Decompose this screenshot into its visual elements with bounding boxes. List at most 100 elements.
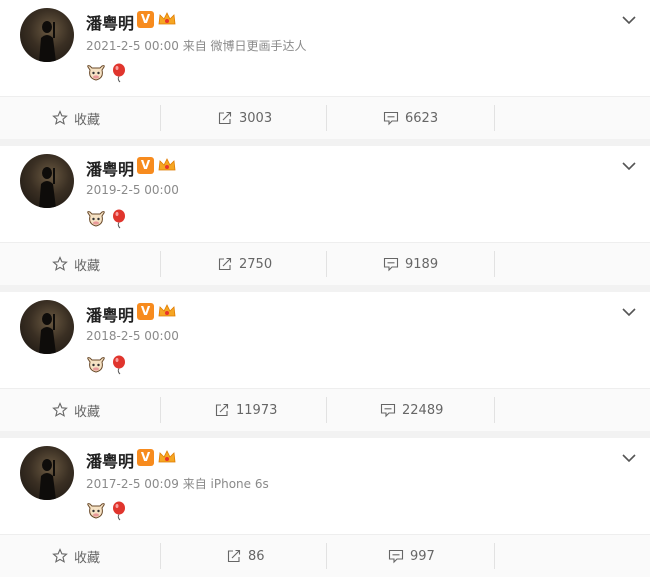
emoji-row (86, 501, 127, 521)
ox-emoji-icon (86, 64, 106, 86)
comment-bubble-icon (383, 110, 399, 126)
action-divider (326, 397, 327, 423)
ox-emoji-icon (86, 502, 106, 524)
username[interactable]: 潘粤明 (86, 448, 134, 472)
repost-arrow-icon (226, 548, 242, 564)
ox-emoji-icon (86, 356, 106, 378)
balloon-emoji-icon (111, 63, 127, 87)
favorite-label: 收藏 (74, 404, 101, 420)
action-divider (494, 543, 495, 569)
post-meta: 2017-2-5 00:09 来自 iPhone 6s (86, 475, 269, 492)
chevron-down-icon[interactable] (622, 10, 636, 25)
favorite-button[interactable]: 收藏 (52, 243, 100, 285)
avatar[interactable] (20, 8, 74, 62)
post-meta: 2019-2-5 00:00 (86, 183, 179, 197)
action-divider (160, 105, 161, 131)
chevron-down-icon[interactable] (622, 156, 636, 171)
avatar[interactable] (20, 446, 74, 500)
comment-button[interactable]: 997 (388, 535, 435, 577)
favorite-button[interactable]: 收藏 (52, 97, 100, 139)
chevron-down-icon[interactable] (622, 302, 636, 317)
favorite-button[interactable]: 收藏 (52, 389, 100, 431)
comment-button[interactable]: 9189 (383, 243, 438, 285)
balloon-emoji-icon (111, 355, 127, 379)
verified-badge-icon: V (137, 449, 154, 466)
post-action-bar: 收藏 11973 22489 (0, 388, 650, 431)
action-divider (160, 397, 161, 423)
comment-bubble-icon (388, 548, 404, 564)
post-source: 来自 iPhone 6s (182, 477, 269, 491)
comment-count: 9189 (405, 256, 439, 272)
post-meta: 2021-2-5 00:00 来自 微博日更画手达人 (86, 37, 307, 54)
repost-count: 3003 (239, 110, 273, 126)
verified-badge-icon: V (137, 303, 154, 320)
emoji-row (86, 355, 127, 375)
balloon-emoji-icon (111, 501, 127, 525)
repost-count: 2750 (239, 256, 273, 272)
star-outline-icon (52, 256, 68, 272)
repost-button[interactable]: 86 (226, 535, 265, 577)
comment-button[interactable]: 22489 (380, 389, 443, 431)
comment-count: 997 (410, 548, 435, 564)
emoji-row (86, 209, 127, 229)
comment-bubble-icon (383, 256, 399, 272)
post-timestamp[interactable]: 2021-2-5 00:00 (86, 39, 179, 53)
weibo-post: 潘粤明 V 2017-2-5 00:09 来自 iPhone 6s 收藏 86 … (0, 438, 650, 577)
post-timestamp[interactable]: 2017-2-5 00:09 (86, 477, 179, 491)
crown-badge-icon (157, 301, 177, 321)
action-divider (326, 105, 327, 131)
repost-button[interactable]: 3003 (217, 97, 272, 139)
post-meta: 2018-2-5 00:00 (86, 329, 179, 343)
username[interactable]: 潘粤明 (86, 156, 134, 180)
repost-count: 86 (248, 548, 265, 564)
post-timestamp[interactable]: 2019-2-5 00:00 (86, 183, 179, 197)
weibo-post: 潘粤明 V 2021-2-5 00:00 来自 微博日更画手达人 收藏 3003… (0, 0, 650, 147)
action-divider (160, 251, 161, 277)
post-body: 潘粤明 V 2021-2-5 00:00 来自 微博日更画手达人 (0, 0, 650, 96)
post-timestamp[interactable]: 2018-2-5 00:00 (86, 329, 179, 343)
favorite-label: 收藏 (74, 112, 101, 128)
post-action-bar: 收藏 86 997 (0, 534, 650, 577)
action-divider (494, 251, 495, 277)
action-divider (494, 397, 495, 423)
favorite-button[interactable]: 收藏 (52, 535, 100, 577)
weibo-post: 潘粤明 V 2018-2-5 00:00 收藏 11973 22489 (0, 292, 650, 439)
favorite-label: 收藏 (74, 550, 101, 566)
star-outline-icon (52, 110, 68, 126)
repost-count: 11973 (236, 402, 278, 418)
repost-arrow-icon (214, 402, 230, 418)
balloon-emoji-icon (111, 209, 127, 233)
action-divider (326, 543, 327, 569)
ox-emoji-icon (86, 210, 106, 232)
favorite-label: 收藏 (74, 258, 101, 274)
repost-arrow-icon (217, 256, 233, 272)
post-action-bar: 收藏 3003 6623 (0, 96, 650, 139)
star-outline-icon (52, 402, 68, 418)
crown-badge-icon (157, 447, 177, 467)
action-divider (494, 105, 495, 131)
comment-count: 22489 (402, 402, 444, 418)
post-source: 来自 微博日更画手达人 (182, 39, 307, 53)
star-outline-icon (52, 548, 68, 564)
weibo-post: 潘粤明 V 2019-2-5 00:00 收藏 2750 9189 (0, 146, 650, 293)
comment-bubble-icon (380, 402, 396, 418)
action-divider (326, 251, 327, 277)
repost-button[interactable]: 2750 (217, 243, 272, 285)
repost-arrow-icon (217, 110, 233, 126)
username[interactable]: 潘粤明 (86, 302, 134, 326)
repost-button[interactable]: 11973 (214, 389, 277, 431)
avatar[interactable] (20, 154, 74, 208)
post-action-bar: 收藏 2750 9189 (0, 242, 650, 285)
crown-badge-icon (157, 9, 177, 29)
comment-count: 6623 (405, 110, 439, 126)
post-body: 潘粤明 V 2019-2-5 00:00 (0, 146, 650, 242)
avatar[interactable] (20, 300, 74, 354)
crown-badge-icon (157, 155, 177, 175)
chevron-down-icon[interactable] (622, 448, 636, 463)
verified-badge-icon: V (137, 157, 154, 174)
emoji-row (86, 63, 127, 83)
username[interactable]: 潘粤明 (86, 10, 134, 34)
verified-badge-icon: V (137, 11, 154, 28)
post-body: 潘粤明 V 2017-2-5 00:09 来自 iPhone 6s (0, 438, 650, 534)
comment-button[interactable]: 6623 (383, 97, 438, 139)
